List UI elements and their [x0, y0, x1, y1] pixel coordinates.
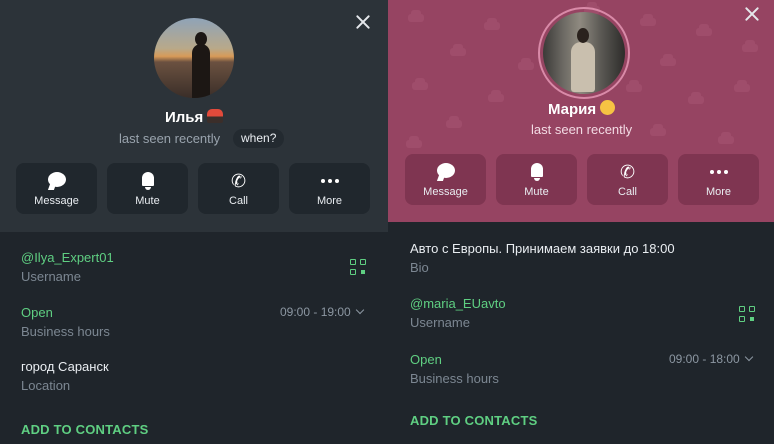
username-label: Username [410, 315, 470, 330]
username-label: Username [21, 269, 81, 284]
more-button[interactable]: More [289, 163, 370, 214]
profile-name: Мария [548, 100, 616, 118]
qr-code-icon[interactable] [350, 259, 366, 275]
username-row[interactable]: @maria_EUavto Username [410, 296, 506, 330]
phone-icon: ✆ [230, 171, 247, 191]
add-to-contacts-button[interactable]: ADD TO CONTACTS [21, 422, 148, 437]
message-label: Message [34, 195, 79, 207]
avatar[interactable] [543, 12, 625, 94]
username-row[interactable]: @Ilya_Expert01 Username [21, 250, 114, 284]
message-button[interactable]: Message [16, 163, 97, 214]
business-hours-value: 09:00 - 19:00 [280, 305, 351, 319]
message-button[interactable]: Message [405, 154, 486, 205]
profile-panel-left: Илья last seen recently when? Message Mu… [0, 0, 388, 444]
bell-icon [526, 162, 548, 182]
mute-label: Mute [135, 195, 160, 207]
action-bar: Message Mute ✆ Call More [16, 163, 370, 214]
location-row[interactable]: город Саранск Location [21, 359, 109, 393]
chevron-down-icon [355, 305, 364, 315]
business-status: Open [21, 305, 53, 320]
business-hours-row[interactable]: Open Business hours [21, 305, 110, 339]
business-hours-label: Business hours [410, 371, 499, 386]
phone-icon: ✆ [619, 162, 636, 182]
bio-label: Bio [410, 260, 429, 275]
location-value: город Саранск [21, 359, 109, 374]
more-button[interactable]: More [678, 154, 759, 205]
business-hours-value: 09:00 - 18:00 [669, 352, 740, 366]
avatar-photo-figure [571, 28, 595, 92]
more-label: More [316, 195, 343, 207]
message-icon [46, 171, 68, 191]
business-hours-label: Business hours [21, 324, 110, 339]
message-label: Message [423, 186, 468, 198]
business-status: Open [410, 352, 442, 367]
profile-name-text: Илья [165, 109, 204, 126]
when-button[interactable]: when? [233, 129, 285, 148]
add-to-contacts-button[interactable]: ADD TO CONTACTS [410, 413, 537, 428]
call-label: Call [229, 195, 248, 207]
bio-value: Авто с Европы. Принимаем заявки до 18:00 [410, 241, 675, 256]
avatar[interactable] [154, 18, 234, 98]
car-emoji-icon [207, 109, 224, 123]
profile-name-text: Мария [548, 101, 597, 118]
more-icon [708, 162, 730, 182]
more-icon [319, 171, 341, 191]
chevron-down-icon [744, 352, 753, 362]
username-value[interactable]: @maria_EUavto [410, 296, 506, 311]
business-hours-dropdown[interactable]: 09:00 - 19:00 [280, 305, 364, 319]
business-hours-row[interactable]: Open Business hours [410, 352, 499, 386]
call-label: Call [618, 186, 637, 198]
bell-icon [137, 171, 159, 191]
message-icon [435, 162, 457, 182]
bio-row[interactable]: Авто с Европы. Принимаем заявки до 18:00… [410, 241, 675, 275]
last-seen-status: last seen recently [531, 122, 633, 137]
call-button[interactable]: ✆ Call [198, 163, 279, 214]
username-value[interactable]: @Ilya_Expert01 [21, 250, 114, 265]
mute-button[interactable]: Mute [496, 154, 577, 205]
chick-emoji-icon [600, 100, 616, 115]
business-hours-dropdown[interactable]: 09:00 - 18:00 [669, 352, 753, 366]
mute-button[interactable]: Mute [107, 163, 188, 214]
action-bar: Message Mute ✆ Call More [405, 154, 759, 205]
more-label: More [705, 186, 732, 198]
mute-label: Mute [524, 186, 549, 198]
call-button[interactable]: ✆ Call [587, 154, 668, 205]
close-icon[interactable] [353, 12, 373, 32]
profile-name: Илья [165, 109, 224, 126]
last-seen-status: last seen recently [119, 131, 221, 146]
avatar-photo-figure [192, 32, 210, 98]
qr-code-icon[interactable] [739, 306, 755, 322]
location-label: Location [21, 378, 71, 393]
close-icon[interactable] [742, 4, 762, 24]
